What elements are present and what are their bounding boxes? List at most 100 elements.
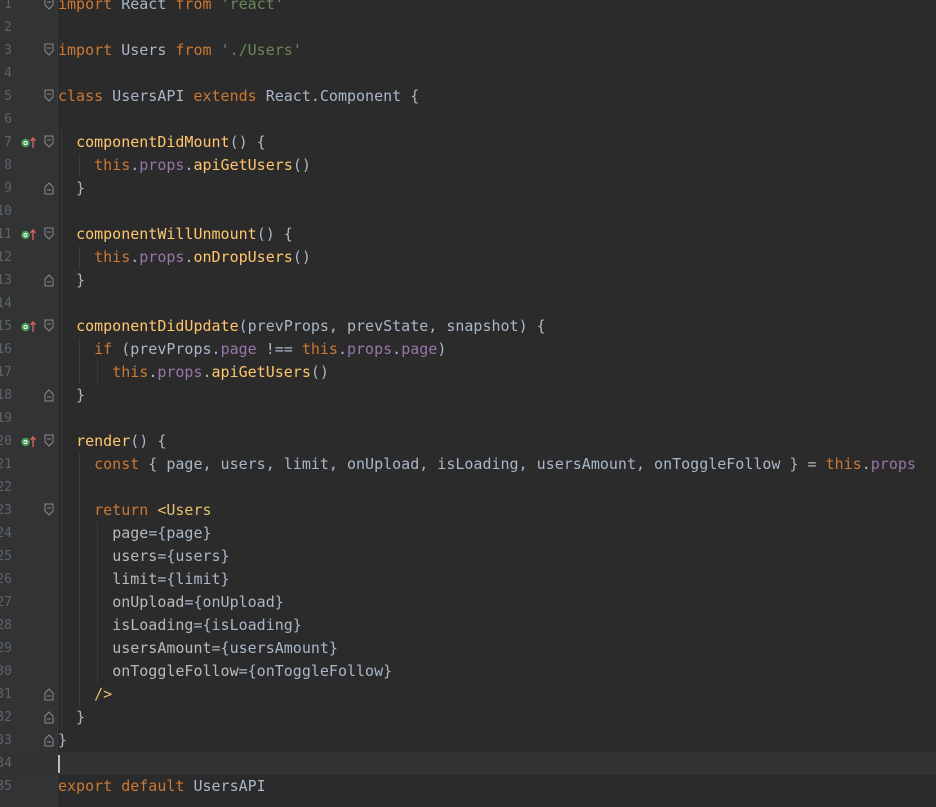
line-number: 22 <box>0 480 12 495</box>
code-text[interactable]: } <box>58 729 67 752</box>
code-line-current[interactable]: 34 <box>0 752 936 775</box>
override-method-icon[interactable] <box>21 136 37 149</box>
code-line[interactable]: 28 isLoading={isLoading} <box>0 614 936 637</box>
code-line[interactable]: 20 render() { <box>0 430 936 453</box>
code-text[interactable]: this.props.onDropUsers() <box>58 246 311 269</box>
code-text[interactable]: } <box>58 177 85 200</box>
code-token: ) <box>437 340 447 358</box>
code-text[interactable]: class UsersAPI extends React.Component { <box>58 85 419 108</box>
code-line[interactable]: 7 componentDidMount() { <box>0 131 936 154</box>
code-line[interactable]: 15 componentDidUpdate(prevProps, prevSta… <box>0 315 936 338</box>
line-number: 5 <box>4 89 12 104</box>
code-line[interactable]: 35 export default UsersAPI <box>0 775 936 798</box>
fold-open-icon[interactable] <box>44 43 54 57</box>
fold-close-icon[interactable] <box>44 181 54 195</box>
code-line[interactable]: 2 <box>0 16 936 39</box>
code-line[interactable]: 31 /> <box>0 683 936 706</box>
code-line[interactable]: 9 } <box>0 177 936 200</box>
code-token: this <box>94 248 131 266</box>
code-line[interactable]: 19 <box>0 407 936 430</box>
code-line[interactable]: 12 this.props.onDropUsers() <box>0 246 936 269</box>
code-token: from <box>175 41 212 59</box>
code-token: apiGetUsers <box>211 363 311 381</box>
fold-close-icon[interactable] <box>44 733 54 747</box>
code-line[interactable]: 13 } <box>0 269 936 292</box>
override-method-icon[interactable] <box>21 228 37 241</box>
code-text[interactable]: /> <box>58 683 112 706</box>
code-line[interactable]: 26 limit={limit} <box>0 568 936 591</box>
code-line[interactable]: 23 return <Users <box>0 499 936 522</box>
code-text[interactable]: usersAmount={usersAmount} <box>58 637 338 660</box>
code-text[interactable]: render() { <box>58 430 166 453</box>
code-line[interactable]: 21 const { page, users, limit, onUpload,… <box>0 453 936 476</box>
code-line[interactable]: 17 this.props.apiGetUsers() <box>0 361 936 384</box>
text-caret <box>58 755 60 773</box>
code-line[interactable]: 10 <box>0 200 936 223</box>
code-text[interactable]: } <box>58 706 85 729</box>
code-token: /> <box>94 685 113 703</box>
fold-open-icon[interactable] <box>44 227 54 241</box>
code-line[interactable]: 32 } <box>0 706 936 729</box>
code-line[interactable]: 33} <box>0 729 936 752</box>
fold-open-icon[interactable] <box>44 135 54 149</box>
code-editor[interactable]: 1 import React from 'react' 2 3 import Users… <box>0 0 936 807</box>
code-line[interactable]: 8 this.props.apiGetUsers() <box>0 154 936 177</box>
code-text[interactable]: componentDidMount() { <box>58 131 266 154</box>
code-text[interactable]: import React from 'react' <box>58 0 284 16</box>
code-token: <Users <box>157 501 212 519</box>
code-text[interactable]: onToggleFollow={onToggleFollow} <box>58 660 392 683</box>
code-text[interactable]: componentDidUpdate(prevProps, prevState,… <box>58 315 546 338</box>
fold-close-icon[interactable] <box>44 710 54 724</box>
code-line[interactable]: 16 if (prevProps.page !== this.props.pag… <box>0 338 936 361</box>
fold-open-icon[interactable] <box>44 434 54 448</box>
code-text[interactable]: export default UsersAPI <box>58 775 266 798</box>
code-text[interactable]: componentWillUnmount() { <box>58 223 293 246</box>
fold-close-icon[interactable] <box>44 687 54 701</box>
fold-close-icon[interactable] <box>44 273 54 287</box>
code-text[interactable]: const { page, users, limit, onUpload, is… <box>58 453 916 476</box>
fold-close-icon[interactable] <box>44 388 54 402</box>
code-text[interactable]: limit={limit} <box>58 568 229 591</box>
code-line[interactable]: 11 componentWillUnmount() { <box>0 223 936 246</box>
code-text[interactable]: isLoading={isLoading} <box>58 614 302 637</box>
code-text[interactable]: import Users from './Users' <box>58 39 302 62</box>
code-text[interactable]: } <box>58 384 85 407</box>
override-method-icon[interactable] <box>21 435 37 448</box>
code-line[interactable]: 14 <box>0 292 936 315</box>
code-line[interactable]: 22 <box>0 476 936 499</box>
code-text[interactable]: this.props.apiGetUsers() <box>58 361 329 384</box>
code-line[interactable]: 27 onUpload={onUpload} <box>0 591 936 614</box>
code-token: 'react' <box>220 0 284 13</box>
code-token: . <box>148 363 158 381</box>
code-line[interactable]: 30 onToggleFollow={onToggleFollow} <box>0 660 936 683</box>
code-text[interactable]: if (prevProps.page !== this.props.page) <box>58 338 446 361</box>
code-text[interactable]: this.props.apiGetUsers() <box>58 154 311 177</box>
code-line[interactable]: 4 <box>0 62 936 85</box>
code-line[interactable]: 1 import React from 'react' <box>0 0 936 16</box>
code-line[interactable]: 18 } <box>0 384 936 407</box>
code-line[interactable]: 29 usersAmount={usersAmount} <box>0 637 936 660</box>
fold-open-icon[interactable] <box>44 319 54 333</box>
fold-open-icon[interactable] <box>44 503 54 517</box>
code-line[interactable]: 5 class UsersAPI extends React.Component … <box>0 85 936 108</box>
code-text[interactable]: return <Users <box>58 499 212 522</box>
code-line[interactable]: 25 users={users} <box>0 545 936 568</box>
code-token: componentDidUpdate <box>76 317 239 335</box>
fold-open-icon[interactable] <box>44 0 54 11</box>
code-text[interactable]: page={page} <box>58 522 211 545</box>
override-method-icon[interactable] <box>21 320 37 333</box>
code-text[interactable]: onUpload={onUpload} <box>58 591 284 614</box>
line-number: 10 <box>0 204 12 219</box>
code-line[interactable]: 6 <box>0 108 936 131</box>
line-number: 13 <box>0 273 12 288</box>
code-line[interactable]: 3 import Users from './Users' <box>0 39 936 62</box>
code-text[interactable]: } <box>58 269 85 292</box>
code-token: page <box>112 524 149 542</box>
line-number: 29 <box>0 641 12 656</box>
code-text[interactable]: users={users} <box>58 545 229 568</box>
fold-open-icon[interactable] <box>44 89 54 103</box>
code-token: extends <box>193 87 257 105</box>
code-line[interactable]: 24 page={page} <box>0 522 936 545</box>
